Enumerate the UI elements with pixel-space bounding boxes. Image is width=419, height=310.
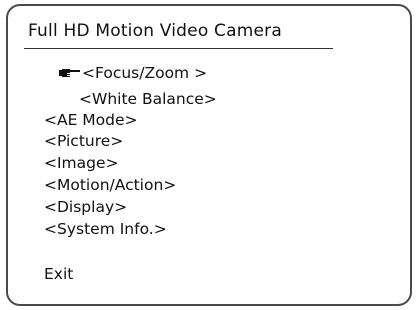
exit-item[interactable]: Exit xyxy=(44,265,73,283)
menu-item-focus-zoom[interactable]: <Focus/Zoom > xyxy=(82,64,207,82)
pointing-hand-icon xyxy=(59,69,80,77)
menu-item-picture[interactable]: <Picture> xyxy=(44,132,123,150)
menu-item-display[interactable]: <Display> xyxy=(44,198,127,216)
menu-title: Full HD Motion Video Camera xyxy=(28,21,282,41)
menu-item-motion-action[interactable]: <Motion/Action> xyxy=(44,176,176,194)
title-divider xyxy=(24,48,333,49)
menu-item-white-balance[interactable]: <White Balance> xyxy=(79,90,217,108)
menu-item-ae-mode[interactable]: <AE Mode> xyxy=(44,111,138,129)
menu-item-system-info[interactable]: <System Info.> xyxy=(44,220,167,238)
menu-item-image[interactable]: <Image> xyxy=(44,154,119,172)
